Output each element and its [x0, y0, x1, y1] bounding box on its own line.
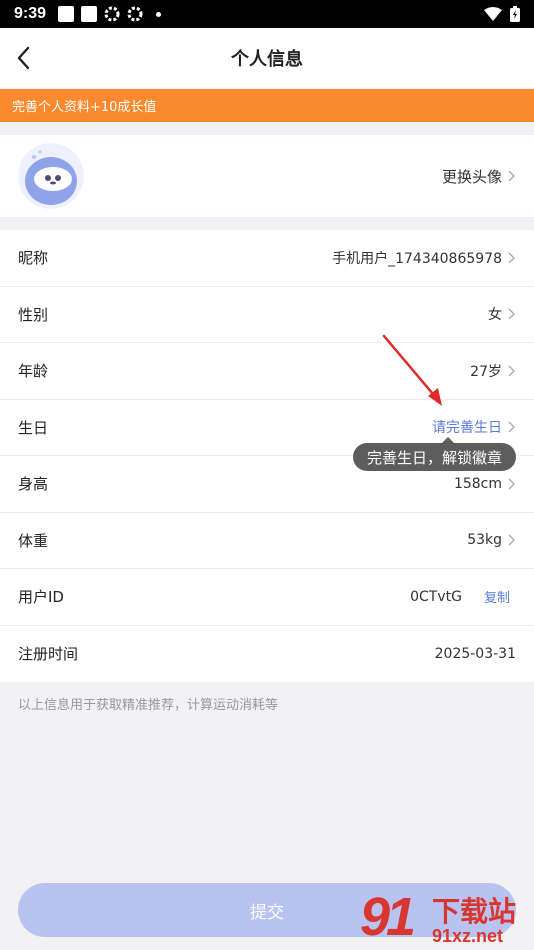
row-label: 注册时间 [18, 645, 79, 664]
row-gender[interactable]: 性别 女 [0, 287, 534, 343]
page-title: 个人信息 [231, 49, 303, 70]
top-nav: 个人信息 [0, 28, 534, 88]
birthday-tooltip: 完善生日，解锁徽章 [352, 437, 516, 471]
row-value: 2025-03-31 [435, 646, 516, 662]
notification-icon [81, 6, 98, 22]
watermark-number: 91 [360, 887, 416, 947]
chevron-right-icon [508, 170, 515, 182]
gender-value: 女 [488, 307, 502, 324]
row-value: 手机用户_174340865978 [332, 248, 516, 268]
chevron-right-icon [508, 534, 515, 546]
registered-date-value: 2025-03-31 [434, 645, 516, 662]
user-id-value: 0CTvtG [410, 588, 462, 605]
settings-icon [104, 6, 120, 22]
status-bar: 9:39 [0, 0, 534, 28]
battery-icon [510, 6, 520, 22]
watermark-text: 下载站 [432, 895, 517, 928]
avatar-row[interactable]: 更换头像 [0, 135, 534, 217]
site-watermark: 91 下载站 91xz.net [360, 884, 534, 950]
age-value: 27岁 [470, 363, 502, 380]
row-age[interactable]: 年龄 27岁 [0, 343, 534, 400]
row-value: 0CTvtG 复制 [410, 587, 516, 607]
row-value: 请完善生日 [432, 417, 516, 437]
weight-value: 53kg [467, 532, 502, 549]
avatar[interactable] [18, 143, 84, 209]
watermark-url: 91xz.net [432, 926, 504, 946]
row-label: 用户ID [18, 588, 64, 607]
wifi-icon [484, 7, 502, 21]
banner-text: 完善个人资料+10成长值 [12, 100, 157, 115]
status-time: 9:39 [14, 5, 47, 22]
birthday-value: 请完善生日 [432, 420, 502, 437]
growth-banner: 完善个人资料+10成长值 [0, 89, 534, 122]
notification-icon [58, 6, 75, 22]
annotation-arrow-icon [382, 334, 442, 406]
row-label: 生日 [18, 418, 49, 437]
dot-icon [156, 11, 162, 17]
change-avatar-label: 更换头像 [441, 167, 502, 186]
chevron-right-icon [508, 365, 515, 377]
row-value: 158cm [454, 476, 516, 492]
row-label: 身高 [18, 475, 49, 494]
row-weight[interactable]: 体重 53kg [0, 513, 534, 569]
copy-button[interactable]: 复制 [484, 587, 510, 606]
row-label: 昵称 [18, 249, 49, 268]
chevron-right-icon [508, 308, 515, 320]
row-value: 53kg [467, 532, 516, 548]
info-note: 以上信息用于获取精准推荐，计算运动消耗等 [18, 698, 279, 713]
nickname-value: 手机用户_174340865978 [332, 250, 502, 267]
row-label: 年龄 [18, 362, 49, 381]
chevron-right-icon [508, 421, 515, 433]
row-nickname[interactable]: 昵称 手机用户_174340865978 [0, 230, 534, 287]
row-label: 体重 [18, 531, 49, 550]
change-avatar-button[interactable]: 更换头像 [442, 166, 516, 187]
row-label: 性别 [18, 305, 49, 324]
chevron-right-icon [508, 252, 515, 264]
chevron-right-icon [508, 478, 515, 490]
back-arrow-icon[interactable] [12, 44, 40, 72]
height-value: 158cm [453, 475, 502, 492]
row-registered: 注册时间 2025-03-31 [0, 626, 534, 683]
row-value: 27岁 [470, 361, 516, 381]
row-value: 女 [488, 304, 516, 324]
settings-icon [127, 6, 143, 22]
tooltip-text: 完善生日，解锁徽章 [366, 448, 502, 467]
row-user-id: 用户ID 0CTvtG 复制 [0, 569, 534, 626]
